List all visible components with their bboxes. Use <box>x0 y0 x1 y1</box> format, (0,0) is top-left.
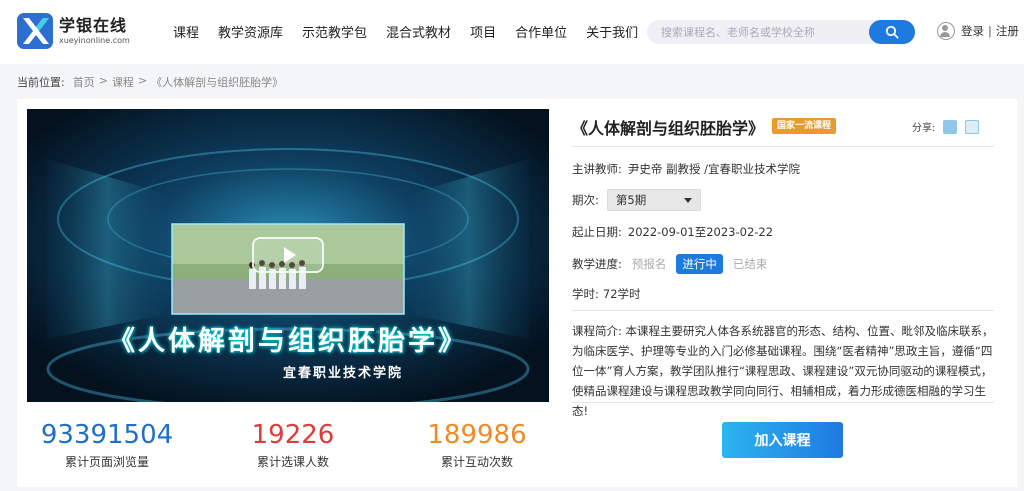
nav-resource-library[interactable]: 教学资源库 <box>218 22 283 41</box>
logo-icon <box>17 13 53 49</box>
user-icon[interactable] <box>937 22 955 40</box>
course-card: 《人体解剖与组织胚胎学》 宜春职业技术学院 93391504 累计页面浏览量 1… <box>17 99 1017 487</box>
intro-label: 课程简介: <box>572 324 622 338</box>
user-separator: | <box>988 24 992 38</box>
stat-enrollments: 19226 累计选课人数 <box>203 419 383 470</box>
search-icon <box>885 25 899 39</box>
nav-partners[interactable]: 合作单位 <box>515 22 567 41</box>
join-course-button[interactable]: 加入课程 <box>722 422 843 458</box>
logo[interactable]: 学银在线 xueyinonline.com <box>17 13 130 49</box>
video-player[interactable]: 《人体解剖与组织胚胎学》 宜春职业技术学院 <box>27 109 549 402</box>
stat-value: 189986 <box>427 420 527 450</box>
search-input[interactable] <box>647 20 862 44</box>
stat-label: 累计选课人数 <box>256 455 329 469</box>
logo-name: 学银在线 <box>59 16 128 35</box>
nav-projects[interactable]: 项目 <box>470 22 496 41</box>
national-course-badge: 国家一流课程 <box>772 118 837 134</box>
video-school-overlay: 宜春职业技术学院 <box>282 366 403 381</box>
teacher-label: 主讲教师: <box>572 162 622 176</box>
breadcrumb-label: 当前位置: <box>17 76 65 89</box>
stat-page-views: 93391504 累计页面浏览量 <box>17 419 197 470</box>
divider <box>572 310 994 311</box>
progress-ended: 已结束 <box>732 257 768 271</box>
date-row: 起止日期: 2022-09-01至2023-02-22 <box>572 224 773 240</box>
stat-value: 19226 <box>251 420 335 450</box>
login-link[interactable]: 登录 <box>961 23 984 39</box>
main-nav: 课程 教学资源库 示范教学包 混合式教材 项目 合作单位 关于我们 <box>173 22 657 41</box>
nav-about[interactable]: 关于我们 <box>586 22 638 41</box>
user-area: 登录 | 注册 <box>937 22 1019 40</box>
stat-interactions: 189986 累计互动次数 <box>387 419 567 470</box>
term-label: 期次: <box>572 193 599 207</box>
search-button[interactable] <box>869 20 915 44</box>
video-title-overlay: 《人体解剖与组织胚胎学》 <box>108 326 468 357</box>
breadcrumb-home[interactable]: 首页 <box>73 74 95 90</box>
breadcrumb-current: 《人体解剖与组织胚胎学》 <box>151 76 284 89</box>
progress-row: 教学进度: 预报名 进行中 已结束 <box>572 254 767 274</box>
share-weibo-icon[interactable] <box>943 119 958 134</box>
header: 学银在线 xueyinonline.com 课程 教学资源库 示范教学包 混合式… <box>0 0 1024 64</box>
hours-label: 学时: <box>572 287 599 301</box>
divider <box>572 402 994 403</box>
title-row: 《人体解剖与组织胚胎学》 国家一流课程 分享: <box>572 115 994 147</box>
logo-domain: xueyinonline.com <box>59 36 130 45</box>
play-button[interactable] <box>252 237 324 273</box>
breadcrumb-courses[interactable]: 课程 <box>112 74 134 90</box>
progress-label: 教学进度: <box>572 257 622 271</box>
term-value: 第5期 <box>615 193 647 207</box>
course-title: 《人体解剖与组织胚胎学》 <box>572 119 765 138</box>
stat-value: 93391504 <box>40 420 174 450</box>
nav-courses[interactable]: 课程 <box>173 22 199 41</box>
progress-in-progress: 进行中 <box>676 254 723 274</box>
term-select[interactable]: 第5期 <box>606 189 701 211</box>
register-link[interactable]: 注册 <box>996 23 1019 39</box>
course-intro: 课程简介: 本课程主要研究人体各系统器官的形态、结构、位置、毗邻及临床联系，为临… <box>572 321 994 421</box>
date-value: 2022-09-01至2023-02-22 <box>627 225 774 239</box>
share-area: 分享: <box>912 119 980 134</box>
stat-label: 累计互动次数 <box>440 455 513 469</box>
share-qrcode-icon[interactable] <box>965 119 980 134</box>
share-label: 分享: <box>912 123 936 134</box>
search-bar <box>647 20 915 44</box>
nav-demo-packages[interactable]: 示范教学包 <box>302 22 367 41</box>
hours-row: 学时: 72学时 <box>572 286 641 302</box>
stat-label: 累计页面浏览量 <box>64 455 149 469</box>
breadcrumb-arrow: > <box>98 74 108 87</box>
breadcrumb-arrow: > <box>137 74 148 87</box>
date-label: 起止日期: <box>572 225 622 239</box>
term-row: 期次: 第5期 <box>572 189 701 211</box>
hours-value: 72学时 <box>602 287 641 301</box>
teacher-row: 主讲教师: 尹史帝 副教授 /宜春职业技术学院 <box>572 161 800 177</box>
progress-preregistration: 预报名 <box>631 257 667 271</box>
nav-blended-textbooks[interactable]: 混合式教材 <box>386 22 451 41</box>
intro-text: 本课程主要研究人体各系统器官的形态、结构、位置、毗邻及临床联系，为临床医学、护理… <box>572 324 994 418</box>
breadcrumb: 当前位置: 首页 > 课程 > 《人体解剖与组织胚胎学》 <box>17 74 283 90</box>
teacher-name: 尹史帝 副教授 /宜春职业技术学院 <box>627 162 801 176</box>
